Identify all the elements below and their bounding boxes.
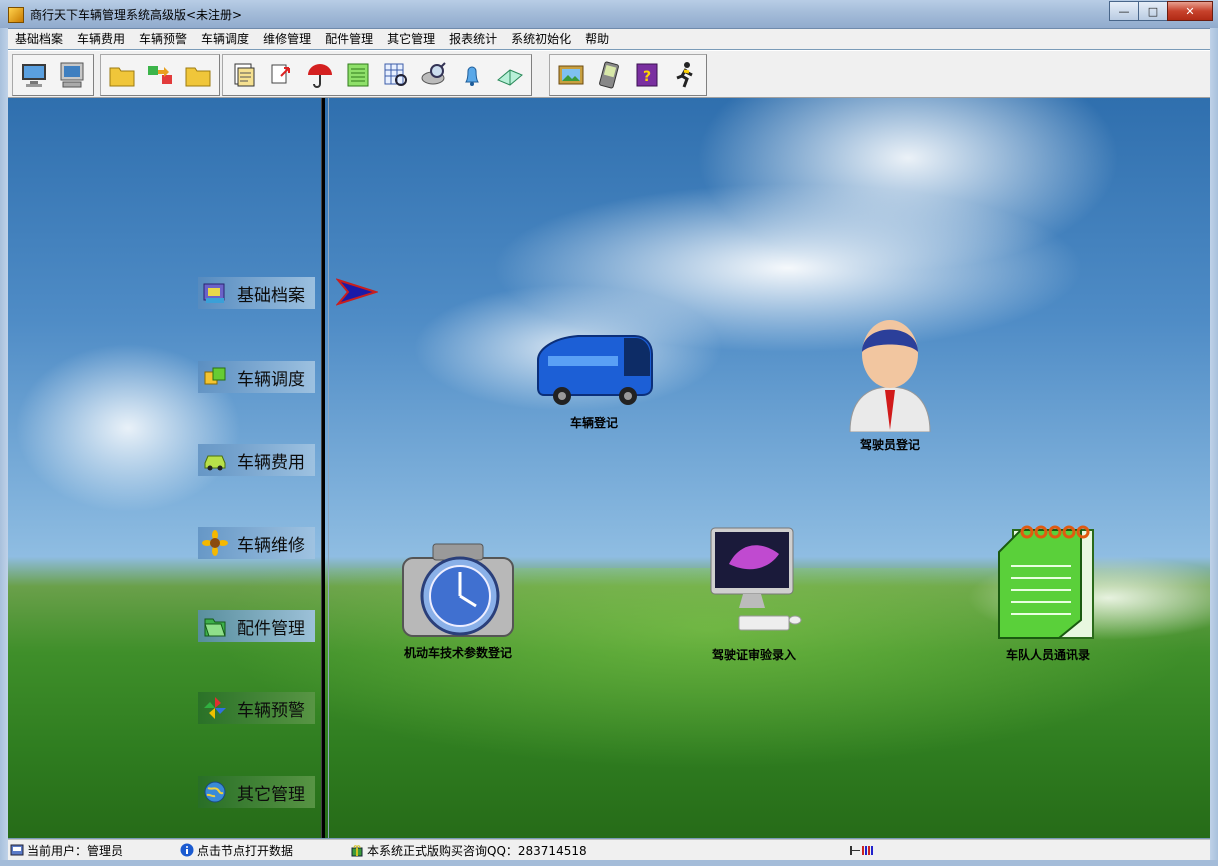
hint-text: 点击节点打开数据 bbox=[197, 843, 294, 858]
info-icon bbox=[180, 843, 194, 857]
menu-other[interactable]: 其它管理 bbox=[380, 29, 442, 49]
signal-bars-icon bbox=[850, 846, 873, 855]
globe-icon bbox=[201, 778, 229, 806]
feature-license-review[interactable]: 驾驶证审验录入 bbox=[664, 524, 844, 663]
imac-computer-icon bbox=[710, 527, 802, 631]
nav-basic-archive[interactable]: 基础档案 bbox=[198, 277, 315, 309]
current-user-text: 当前用户：管理员 bbox=[27, 843, 124, 858]
feature-driver-register[interactable]: 驾驶员登记 bbox=[800, 312, 980, 453]
status-bar: 当前用户：管理员 点击节点打开数据 本系统正式版购买咨询QQ：283714518 bbox=[8, 839, 1210, 860]
gift-icon bbox=[350, 843, 364, 857]
car-cost-icon bbox=[201, 446, 229, 474]
feature-label: 车队人员通讯录 bbox=[1005, 648, 1090, 662]
menu-vehicle-cost[interactable]: 车辆费用 bbox=[70, 29, 132, 49]
window-frame-bottom bbox=[0, 860, 1218, 866]
window-controls: — □ ✕ bbox=[1109, 1, 1213, 21]
window-frame-left bbox=[0, 28, 8, 860]
menu-help[interactable]: 帮助 bbox=[578, 29, 616, 49]
feature-vehicle-register[interactable]: 车辆登记 bbox=[504, 330, 684, 431]
folder-icon[interactable] bbox=[180, 57, 216, 93]
user-icon bbox=[10, 843, 24, 857]
menu-vehicle-alert[interactable]: 车辆预警 bbox=[132, 29, 194, 49]
clock-camera-icon bbox=[402, 543, 514, 637]
nav-other[interactable]: 其它管理 bbox=[198, 776, 315, 808]
toolbar-group-3 bbox=[222, 54, 532, 96]
monitor-icon[interactable] bbox=[16, 57, 52, 93]
window-frame-right bbox=[1210, 28, 1218, 860]
picture-icon[interactable] bbox=[553, 57, 589, 93]
window-title: 商行天下车辆管理系统高级版<未注册> bbox=[30, 8, 243, 22]
menu-basic-archive[interactable]: 基础档案 bbox=[8, 29, 70, 49]
exchange-icon[interactable] bbox=[142, 57, 178, 93]
green-notepad-icon bbox=[998, 525, 1094, 639]
nav-label: 基础档案 bbox=[237, 285, 305, 306]
maximize-button[interactable]: □ bbox=[1138, 1, 1168, 21]
minimize-button[interactable]: — bbox=[1109, 1, 1139, 21]
feature-team-contacts[interactable]: 车队人员通讯录 bbox=[958, 522, 1138, 663]
status-current-user: 当前用户：管理员 bbox=[10, 842, 123, 858]
main-panel: 基础档案 车辆调度 车辆费用 车辆维修 配件管理 车辆预警 其它管理 车辆登记 … bbox=[8, 98, 1210, 838]
menu-system-init[interactable]: 系统初始化 bbox=[504, 29, 578, 49]
contact-text: 本系统正式版购买咨询QQ：283714518 bbox=[367, 843, 587, 858]
nav-label: 车辆费用 bbox=[237, 452, 305, 473]
app-icon bbox=[8, 7, 24, 23]
open-book-icon[interactable] bbox=[492, 57, 528, 93]
feature-label: 车辆登记 bbox=[569, 416, 618, 430]
toolbar-group-4: ? bbox=[549, 54, 707, 96]
status-hint: 点击节点打开数据 bbox=[180, 842, 293, 858]
toolbar-group-2 bbox=[100, 54, 220, 96]
feature-label: 驾驶员登记 bbox=[859, 438, 920, 452]
nav-label: 车辆调度 bbox=[237, 369, 305, 390]
menu-parts[interactable]: 配件管理 bbox=[318, 29, 380, 49]
panel-divider[interactable] bbox=[321, 98, 329, 838]
exit-runner-icon[interactable] bbox=[667, 57, 703, 93]
feature-label: 驾驶证审验录入 bbox=[711, 648, 796, 662]
documents-icon[interactable] bbox=[226, 57, 262, 93]
driver-avatar-icon bbox=[849, 320, 931, 432]
toolbar-group-1 bbox=[12, 54, 94, 96]
selection-arrow-icon bbox=[336, 278, 378, 306]
bus-icon bbox=[537, 335, 653, 405]
nav-label: 配件管理 bbox=[237, 618, 305, 639]
nav-vehicle-repair[interactable]: 车辆维修 bbox=[198, 527, 315, 559]
archive-icon bbox=[201, 279, 229, 307]
toolbar: ? bbox=[8, 50, 1210, 98]
computer-icon[interactable] bbox=[54, 57, 90, 93]
feature-label: 机动车技术参数登记 bbox=[403, 646, 512, 660]
parts-folder-icon bbox=[201, 612, 229, 640]
menu-vehicle-dispatch[interactable]: 车辆调度 bbox=[194, 29, 256, 49]
menu-maintenance[interactable]: 维修管理 bbox=[256, 29, 318, 49]
nav-parts[interactable]: 配件管理 bbox=[198, 610, 315, 642]
umbrella-icon[interactable] bbox=[302, 57, 338, 93]
folder-icon[interactable] bbox=[104, 57, 140, 93]
pinwheel-icon bbox=[201, 694, 229, 722]
pda-icon[interactable] bbox=[591, 57, 627, 93]
nav-label: 车辆维修 bbox=[237, 535, 305, 556]
svg-text:?: ? bbox=[643, 69, 651, 85]
notepad-icon[interactable] bbox=[340, 57, 376, 93]
status-contact: 本系统正式版购买咨询QQ：283714518 bbox=[350, 842, 587, 858]
magnifier-icon[interactable] bbox=[416, 57, 452, 93]
nav-vehicle-cost[interactable]: 车辆费用 bbox=[198, 444, 315, 476]
nav-label: 车辆预警 bbox=[237, 700, 305, 721]
title-bar: 商行天下车辆管理系统高级版<未注册> — □ ✕ bbox=[0, 0, 1218, 29]
nav-vehicle-alert[interactable]: 车辆预警 bbox=[198, 692, 315, 724]
close-button[interactable]: ✕ bbox=[1167, 1, 1213, 21]
sunflower-icon bbox=[201, 529, 229, 557]
dispatch-icon bbox=[201, 363, 229, 391]
bell-icon[interactable] bbox=[454, 57, 490, 93]
menu-bar: 基础档案 车辆费用 车辆预警 车辆调度 维修管理 配件管理 其它管理 报表统计 … bbox=[8, 29, 1210, 49]
status-indicator bbox=[850, 842, 876, 858]
transfer-icon[interactable] bbox=[264, 57, 300, 93]
grid-search-icon[interactable] bbox=[378, 57, 414, 93]
help-book-icon[interactable]: ? bbox=[629, 57, 665, 93]
nav-vehicle-dispatch[interactable]: 车辆调度 bbox=[198, 361, 315, 393]
feature-tech-params[interactable]: 机动车技术参数登记 bbox=[368, 540, 548, 661]
menu-reports[interactable]: 报表统计 bbox=[442, 29, 504, 49]
nav-label: 其它管理 bbox=[237, 784, 305, 805]
